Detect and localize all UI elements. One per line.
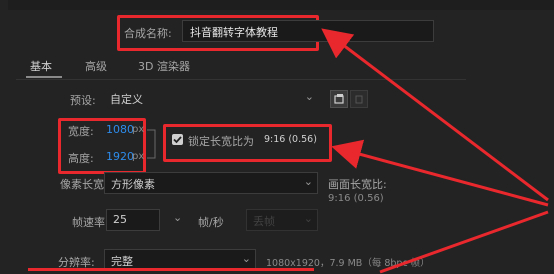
arrow-to-resolution: [379, 210, 549, 274]
annotation-arrows: [321, 28, 549, 274]
